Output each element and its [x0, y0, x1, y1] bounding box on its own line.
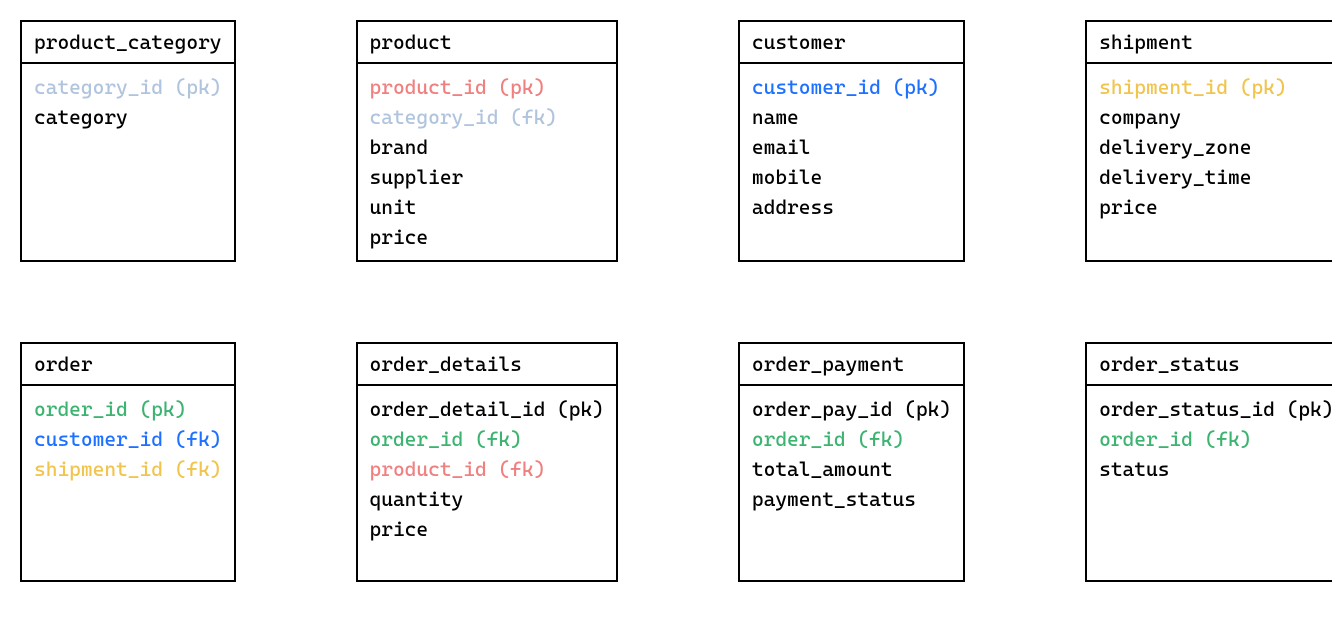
field: price [370, 222, 604, 252]
field: customer_id (fk) [34, 424, 222, 454]
field: order_pay_id (pk) [752, 394, 951, 424]
entity-title: order_details [358, 344, 616, 386]
field: delivery_time [1099, 162, 1332, 192]
entity-fields: order_detail_id (pk) order_id (fk) produ… [358, 386, 616, 580]
entity-fields: order_pay_id (pk) order_id (fk) total_am… [740, 386, 963, 580]
field: order_id (fk) [752, 424, 951, 454]
entity-shipment: shipment shipment_id (pk) company delive… [1085, 20, 1332, 262]
field: supplier [370, 162, 604, 192]
field: order_id (fk) [1099, 424, 1332, 454]
field: payment_status [752, 484, 951, 514]
field: status [1099, 454, 1332, 484]
entity-order-details: order_details order_detail_id (pk) order… [356, 342, 618, 582]
field: price [1099, 192, 1332, 222]
field: mobile [752, 162, 951, 192]
field: total_amount [752, 454, 951, 484]
field: shipment_id (pk) [1099, 72, 1332, 102]
field: order_status_id (pk) [1099, 394, 1332, 424]
field: customer_id (pk) [752, 72, 951, 102]
field: shipment_id (fk) [34, 454, 222, 484]
entity-product-category: product_category category_id (pk) catego… [20, 20, 236, 262]
field: unit [370, 192, 604, 222]
field: address [752, 192, 951, 222]
entity-title: product [358, 22, 616, 64]
field: order_detail_id (pk) [370, 394, 604, 424]
er-diagram: product_category category_id (pk) catego… [20, 20, 1312, 582]
field: order_id (fk) [370, 424, 604, 454]
entity-order: order order_id (pk) customer_id (fk) shi… [20, 342, 236, 582]
entity-title: order [22, 344, 234, 386]
field: product_id (pk) [370, 72, 604, 102]
entity-fields: order_id (pk) customer_id (fk) shipment_… [22, 386, 234, 580]
field: name [752, 102, 951, 132]
entity-order-status: order_status order_status_id (pk) order_… [1085, 342, 1332, 582]
entity-fields: shipment_id (pk) company delivery_zone d… [1087, 64, 1332, 260]
entity-fields: order_status_id (pk) order_id (fk) statu… [1087, 386, 1332, 580]
entity-order-payment: order_payment order_pay_id (pk) order_id… [738, 342, 965, 582]
field: order_id (pk) [34, 394, 222, 424]
entity-title: product_category [22, 22, 234, 64]
field: price [370, 514, 604, 544]
entity-customer: customer customer_id (pk) name email mob… [738, 20, 965, 262]
entity-product: product product_id (pk) category_id (fk)… [356, 20, 618, 262]
entity-title: order_payment [740, 344, 963, 386]
field: company [1099, 102, 1332, 132]
entity-title: customer [740, 22, 963, 64]
field: category [34, 102, 222, 132]
field: email [752, 132, 951, 162]
field: brand [370, 132, 604, 162]
entity-fields: category_id (pk) category [22, 64, 234, 260]
field: category_id (pk) [34, 72, 222, 102]
entity-title: order_status [1087, 344, 1332, 386]
field: quantity [370, 484, 604, 514]
entity-fields: customer_id (pk) name email mobile addre… [740, 64, 963, 260]
field: category_id (fk) [370, 102, 604, 132]
entity-title: shipment [1087, 22, 1332, 64]
field: delivery_zone [1099, 132, 1332, 162]
field: product_id (fk) [370, 454, 604, 484]
entity-fields: product_id (pk) category_id (fk) brand s… [358, 64, 616, 260]
